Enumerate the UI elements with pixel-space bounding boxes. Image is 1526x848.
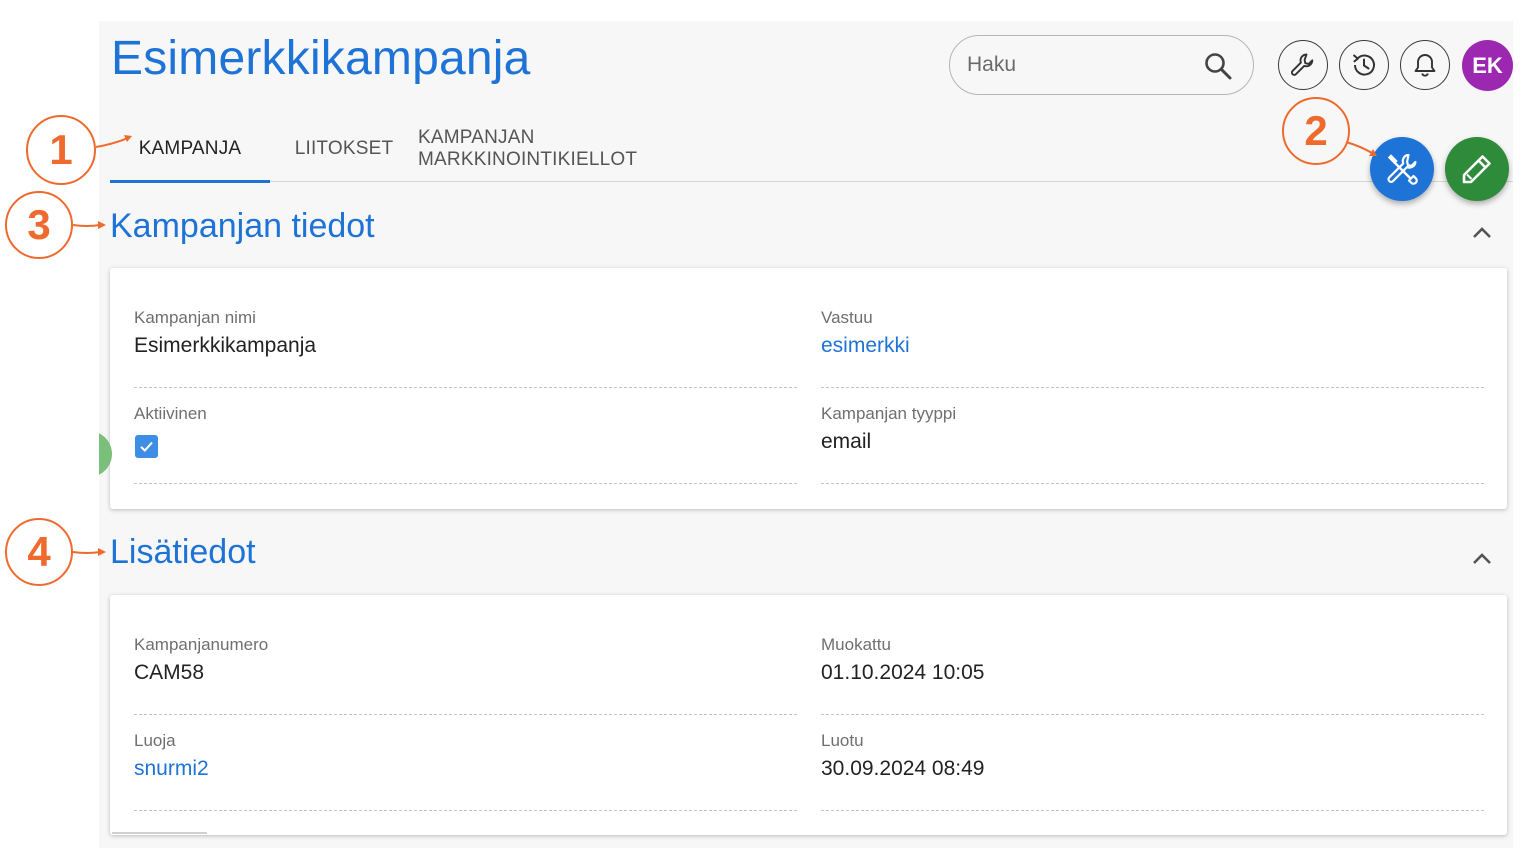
field-campaign-number: Kampanjanumero CAM58 <box>134 619 797 715</box>
pencil-icon <box>1462 155 1491 184</box>
edit-button[interactable] <box>1445 137 1509 201</box>
settings-button[interactable] <box>1278 40 1328 90</box>
field-label: Muokattu <box>821 635 891 654</box>
left-margin <box>0 431 99 477</box>
chevron-up-icon[interactable] <box>1471 225 1493 239</box>
divider <box>112 832 207 834</box>
field-label: Luotu <box>821 731 864 750</box>
history-icon <box>1352 54 1375 76</box>
annotation-arrow-1 <box>95 135 132 148</box>
field-campaign-name: Kampanjan nimi Esimerkkikampanja <box>134 292 797 388</box>
tab-markkinointikiellot[interactable]: KAMPANJAN MARKKINOINTIKIELLOT <box>418 116 742 182</box>
section-title-additional-info: Lisätiedot <box>110 533 256 571</box>
history-button[interactable] <box>1339 40 1389 90</box>
field-value: 30.09.2024 08:49 <box>821 757 985 780</box>
chevron-up-icon[interactable] <box>1471 551 1493 565</box>
annotation-3: 3 <box>5 191 73 259</box>
annotation-arrow-3 <box>72 221 106 229</box>
field-value: 01.10.2024 10:05 <box>821 661 985 684</box>
field-label: Luoja <box>134 731 176 750</box>
annotation-arrow-2 <box>1345 141 1377 156</box>
search-icon[interactable] <box>1203 51 1233 81</box>
checkmark-icon <box>140 441 153 452</box>
owner-link[interactable]: esimerkki <box>821 334 910 358</box>
wrench-icon <box>1291 53 1314 76</box>
field-value: email <box>821 430 872 453</box>
annotation-arrow-4 <box>72 548 106 556</box>
field-label: Kampanjan tyyppi <box>821 404 957 423</box>
field-campaign-type: Kampanjan tyyppi email <box>821 388 1484 484</box>
notifications-button[interactable] <box>1400 40 1450 90</box>
additional-info-card: Kampanjanumero CAM58 Muokattu 01.10.2024… <box>110 595 1507 835</box>
field-label: Kampanjan nimi <box>134 308 256 327</box>
annotation-1: 1 <box>26 115 96 185</box>
field-active: Aktiivinen <box>134 388 797 484</box>
annotation-2: 2 <box>1282 97 1350 165</box>
campaign-info-card: Kampanjan nimi Esimerkkikampanja Vastuu … <box>110 268 1507 509</box>
bell-icon <box>1414 54 1436 77</box>
active-checkbox[interactable] <box>135 435 158 458</box>
field-value: CAM58 <box>134 661 205 684</box>
field-created: Luotu 30.09.2024 08:49 <box>821 715 1484 811</box>
creator-link[interactable]: snurmi2 <box>134 757 209 781</box>
field-owner: Vastuu esimerkki <box>821 292 1484 388</box>
user-avatar[interactable]: EK <box>1462 40 1513 91</box>
field-label: Vastuu <box>821 308 873 327</box>
field-modified: Muokattu 01.10.2024 10:05 <box>821 619 1484 715</box>
search-input[interactable] <box>967 49 1187 81</box>
active-tab-indicator <box>110 180 270 183</box>
field-creator: Luoja snurmi2 <box>134 715 797 811</box>
tab-liitokset[interactable]: LIITOKSET <box>282 116 406 182</box>
field-label: Kampanjanumero <box>134 635 269 654</box>
field-label: Aktiivinen <box>134 404 207 423</box>
field-value: Esimerkkikampanja <box>134 334 317 357</box>
annotation-4: 4 <box>5 518 73 586</box>
page-title: Esimerkkikampanja <box>111 32 531 85</box>
tools-icon <box>1387 153 1418 185</box>
section-title-campaign-info: Kampanjan tiedot <box>110 207 375 245</box>
search-box[interactable] <box>949 35 1254 95</box>
